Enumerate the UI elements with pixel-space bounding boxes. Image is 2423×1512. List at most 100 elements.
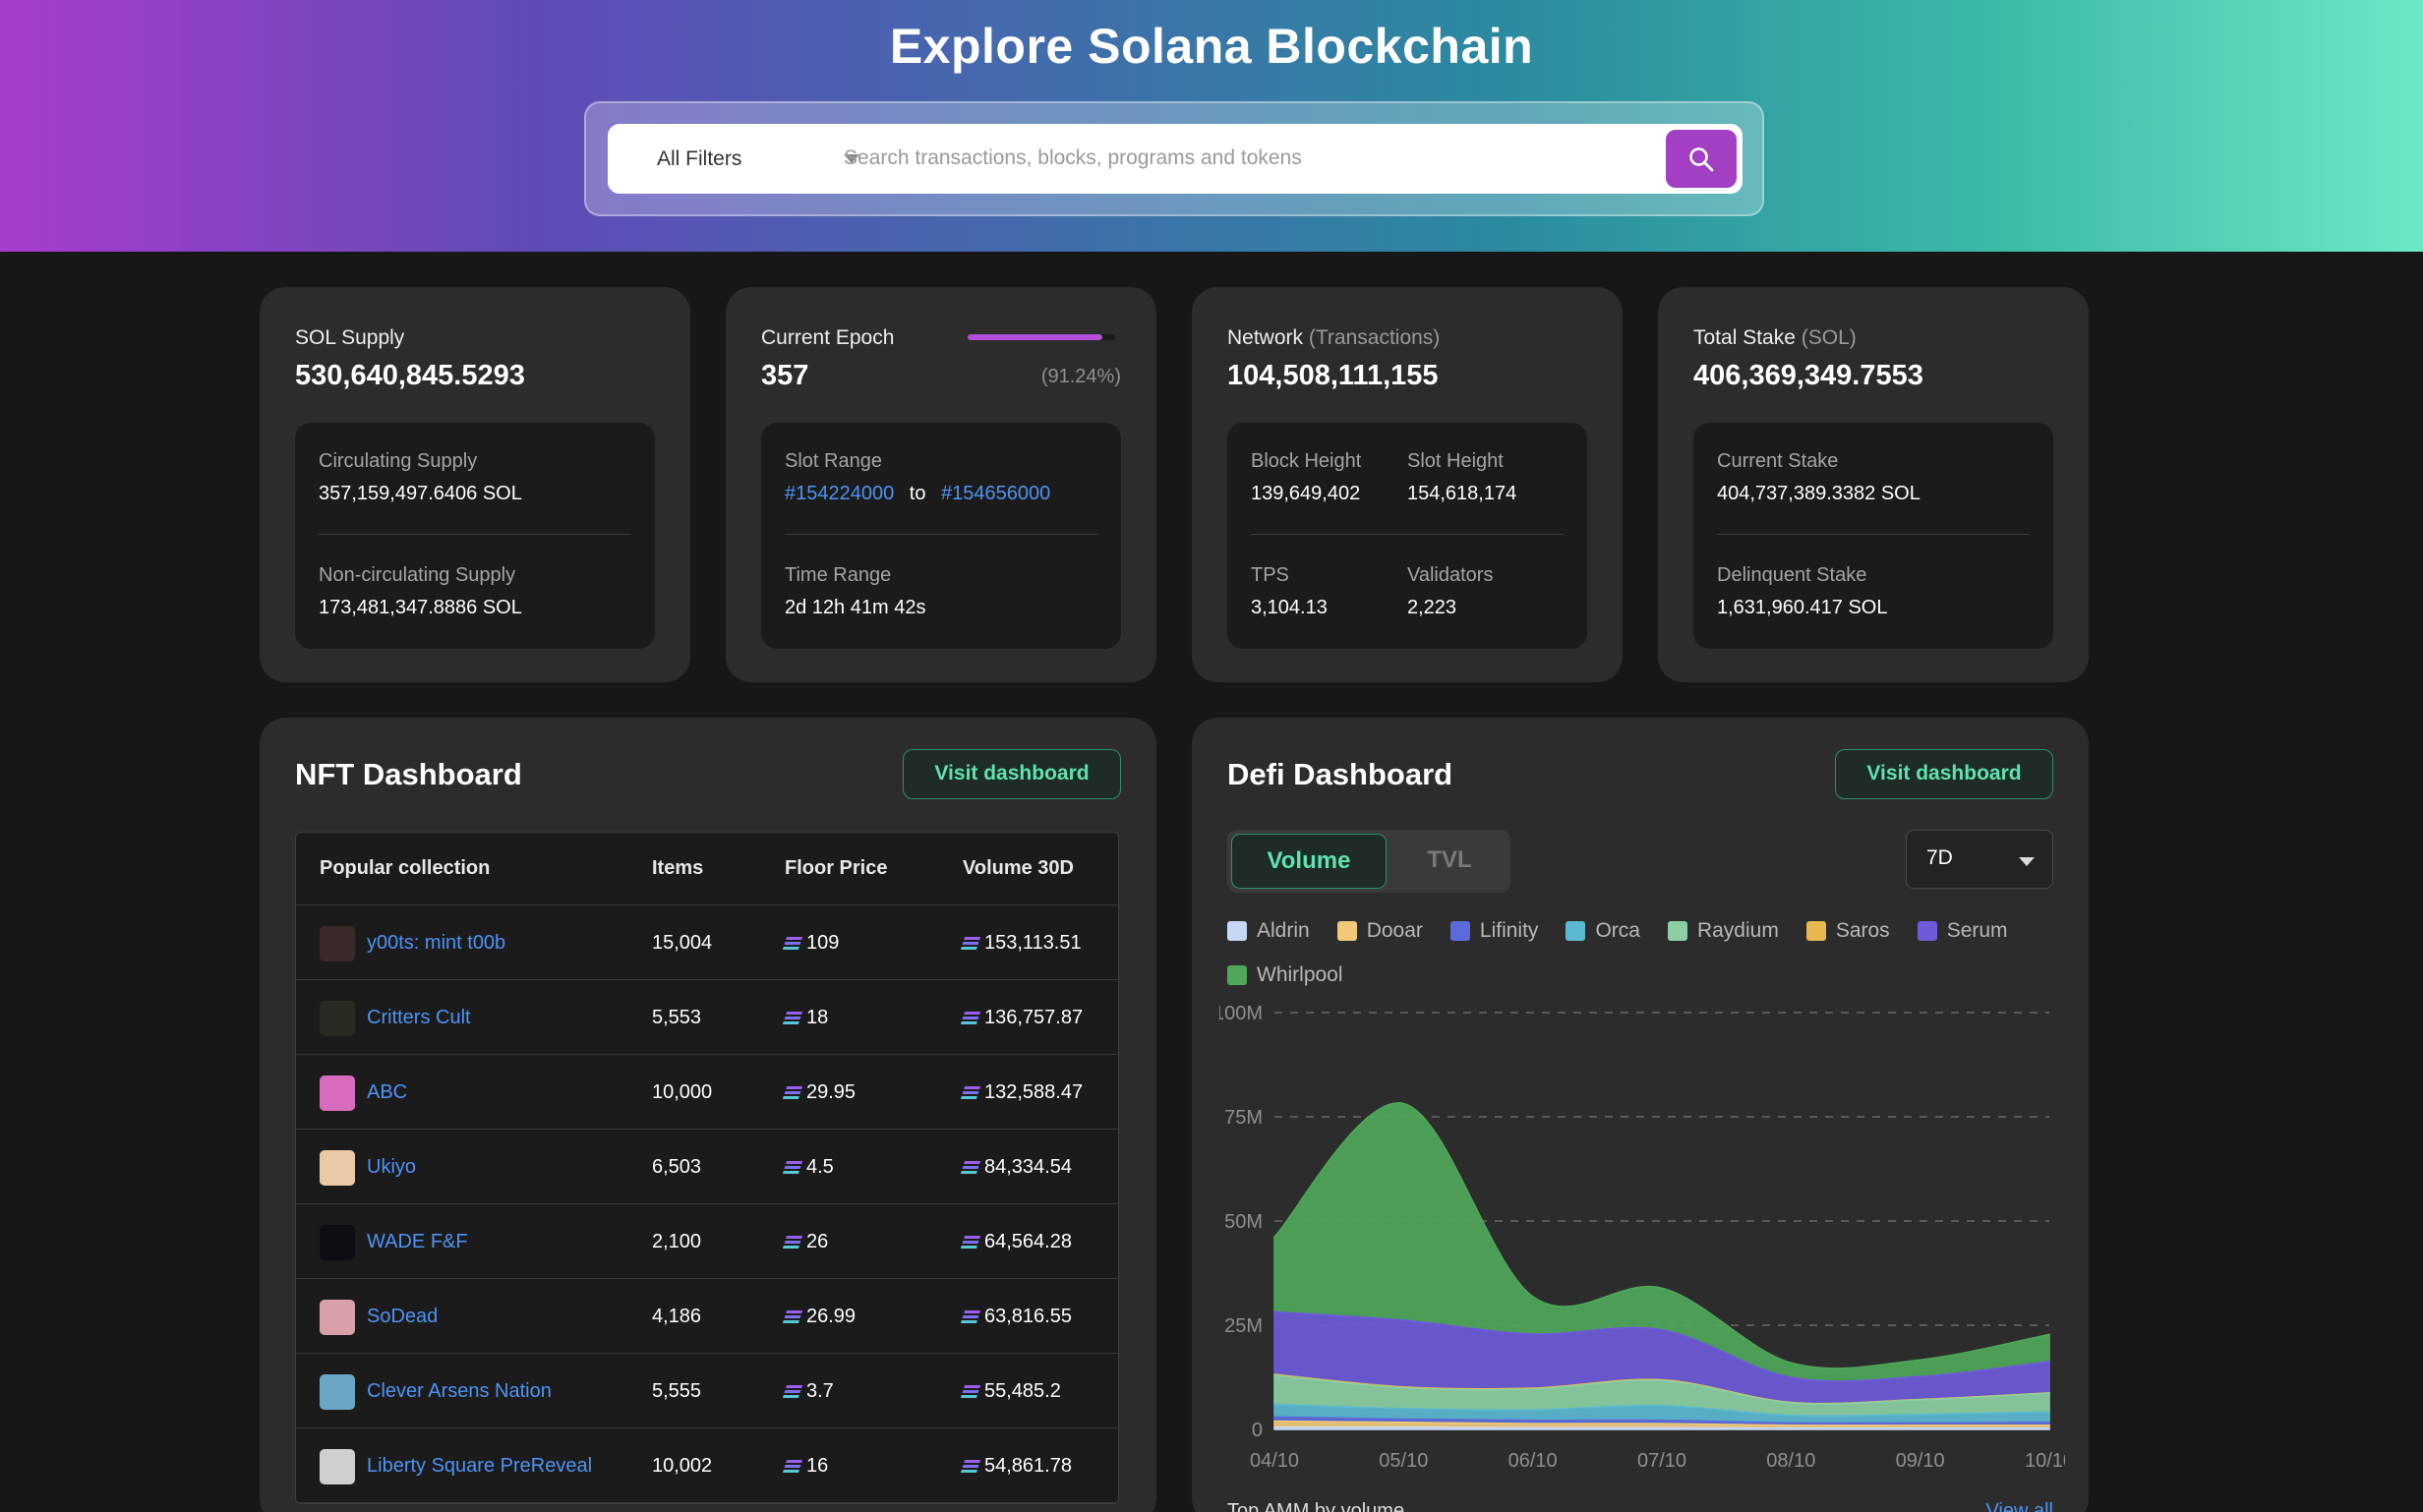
- sol-icon: [960, 1086, 981, 1099]
- legend-swatch: [1449, 920, 1470, 941]
- collection-name-link[interactable]: Critters Cult: [367, 980, 471, 1055]
- search-input[interactable]: [844, 136, 1660, 181]
- network-label: Network (Transactions): [1227, 326, 1440, 350]
- stake-details: Current Stake 404,737,389.3382 SOL Delin…: [1693, 423, 2053, 649]
- current-epoch-value: 357: [761, 360, 809, 391]
- collection-avatar: [320, 1076, 355, 1111]
- table-row: y00ts: mint t00b 15,004 109 153,113.51: [296, 905, 1118, 980]
- collection-items: 15,004: [652, 932, 713, 954]
- delinquent-stake-label: Delinquent Stake: [1717, 564, 1867, 586]
- collection-volume: 55,485.2: [960, 1354, 1061, 1428]
- view-all-link[interactable]: View all: [1985, 1500, 2053, 1512]
- legend-item[interactable]: Aldrin: [1227, 918, 1310, 943]
- slot-height-value: 154,618,174: [1407, 483, 1517, 504]
- legend-swatch: [1227, 920, 1247, 941]
- total-stake-label-suffix: (SOL): [1801, 326, 1857, 349]
- legend-item[interactable]: Raydium: [1667, 918, 1779, 943]
- floor-price-value: 26: [806, 1231, 829, 1252]
- legend-label: Saros: [1835, 918, 1890, 942]
- collection-name-link[interactable]: y00ts: mint t00b: [367, 905, 505, 980]
- supply-details: Circulating Supply 357,159,497.6406 SOL …: [295, 423, 655, 649]
- table-row: WADE F&F 2,100 26 64,564.28: [296, 1204, 1118, 1279]
- total-stake-card: Total Stake (SOL) 406,369,349.7553 Curre…: [1658, 287, 2089, 682]
- defi-visit-dashboard-button[interactable]: Visit dashboard: [1835, 749, 2053, 799]
- tps-label: TPS: [1251, 564, 1289, 586]
- legend-label: Raydium: [1696, 918, 1779, 942]
- slot-range-end-link[interactable]: #154656000: [941, 483, 1050, 504]
- legend-swatch: [1667, 920, 1687, 941]
- filter-dropdown[interactable]: All Filters: [657, 124, 859, 194]
- sol-icon: [782, 1086, 803, 1099]
- sol-supply-card: SOL Supply 530,640,845.5293 Circulating …: [260, 287, 690, 682]
- sol-icon: [960, 1161, 981, 1174]
- collection-floor-price: 26.99: [782, 1279, 856, 1354]
- x-tick-label: 06/10: [1508, 1450, 1558, 1472]
- block-height-value: 139,649,402: [1251, 483, 1361, 504]
- volume-value: 55,485.2: [984, 1380, 1061, 1402]
- floor-price-value: 29.95: [806, 1081, 857, 1103]
- legend-item[interactable]: Dooar: [1336, 918, 1423, 943]
- collection-floor-price: 16: [782, 1428, 828, 1503]
- legend-item[interactable]: Lifinity: [1449, 918, 1538, 943]
- legend-item[interactable]: Orca: [1566, 918, 1640, 943]
- current-stake-label: Current Stake: [1717, 450, 1839, 472]
- table-row: Clever Arsens Nation 5,555 3.7 55,485.2: [296, 1354, 1118, 1428]
- collection-name-link[interactable]: ABC: [367, 1055, 407, 1130]
- collection-name-link[interactable]: WADE F&F: [367, 1204, 468, 1279]
- defi-dashboard-card: Defi Dashboard Visit dashboard Volume TV…: [1192, 718, 2089, 1512]
- collection-items: 10,000: [652, 1081, 713, 1103]
- network-details: Block Height 139,649,402 Slot Height 154…: [1227, 423, 1587, 649]
- divider: [1251, 534, 1564, 535]
- y-tick-label: 100M: [1219, 1003, 1263, 1024]
- search-bar: All Filters: [608, 124, 1743, 194]
- sol-icon: [960, 1460, 981, 1473]
- noncirculating-supply-label: Non-circulating Supply: [319, 564, 516, 586]
- collection-volume: 132,588.47: [960, 1055, 1084, 1130]
- search-button[interactable]: [1666, 130, 1737, 188]
- search-icon: [1689, 146, 1714, 171]
- collection-items: 5,555: [652, 1380, 702, 1402]
- collection-floor-price: 3.7: [782, 1354, 834, 1428]
- slot-range-start-link[interactable]: #154224000: [785, 483, 894, 504]
- collection-volume: 63,816.55: [960, 1279, 1072, 1354]
- hero-banner: Explore Solana Blockchain All Filters: [0, 0, 2423, 252]
- collection-volume: 64,564.28: [960, 1204, 1072, 1279]
- sol-icon: [782, 1161, 803, 1174]
- divider: [1717, 534, 2030, 535]
- column-header-items: Items: [652, 857, 704, 879]
- collection-name-link[interactable]: Liberty Square PreReveal: [367, 1428, 592, 1503]
- sol-icon: [782, 1385, 803, 1398]
- collection-name-link[interactable]: SoDead: [367, 1279, 438, 1354]
- sol-supply-value: 530,640,845.5293: [295, 360, 525, 391]
- collection-avatar: [320, 1225, 355, 1260]
- legend-item[interactable]: Whirlpool: [1227, 962, 1343, 987]
- sol-icon: [782, 1460, 803, 1473]
- table-row: Critters Cult 5,553 18 136,757.87: [296, 980, 1118, 1055]
- volume-value: 132,588.47: [984, 1081, 1084, 1103]
- current-epoch-card: Current Epoch 357 (91.24%) Slot Range #1…: [726, 287, 1156, 682]
- nft-dashboard-card: NFT Dashboard Visit dashboard Popular co…: [260, 718, 1156, 1512]
- collection-floor-price: 4.5: [782, 1130, 834, 1204]
- nft-visit-dashboard-button[interactable]: Visit dashboard: [903, 749, 1121, 799]
- network-transactions-value: 104,508,111,155: [1227, 360, 1439, 391]
- legend-swatch: [1917, 920, 1937, 941]
- volume-value: 63,816.55: [984, 1306, 1072, 1327]
- x-tick-label: 04/10: [1250, 1450, 1299, 1472]
- tab-volume[interactable]: Volume: [1231, 834, 1387, 889]
- collection-name-link[interactable]: Ukiyo: [367, 1130, 416, 1204]
- tab-tvl[interactable]: TVL: [1394, 834, 1505, 889]
- time-range-select[interactable]: 7D: [1906, 830, 2053, 889]
- collection-floor-price: 29.95: [782, 1055, 857, 1130]
- legend-item[interactable]: Serum: [1917, 918, 2008, 943]
- legend-item[interactable]: Saros: [1805, 918, 1890, 943]
- nft-dashboard-title: NFT Dashboard: [295, 757, 522, 791]
- series-area-aldrin: [1273, 1426, 2050, 1430]
- circulating-supply-value: 357,159,497.6406 SOL: [319, 483, 522, 504]
- collection-avatar: [320, 1150, 355, 1186]
- collection-name-link[interactable]: Clever Arsens Nation: [367, 1354, 552, 1428]
- legend-swatch: [1805, 920, 1826, 941]
- noncirculating-supply-value: 173,481,347.8886 SOL: [319, 597, 522, 618]
- sol-icon: [782, 1310, 803, 1323]
- time-range-label: Time Range: [785, 564, 892, 586]
- collection-avatar: [320, 1300, 355, 1335]
